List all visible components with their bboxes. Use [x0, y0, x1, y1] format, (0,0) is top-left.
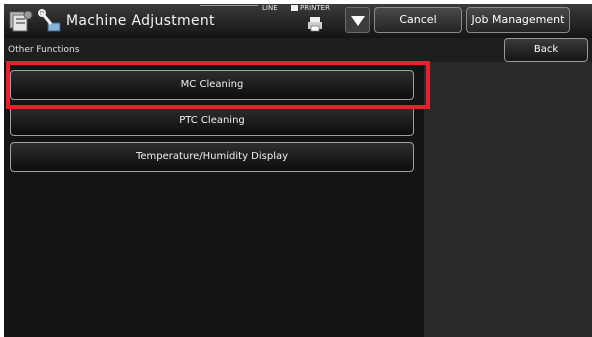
printer-status-indicator — [291, 5, 298, 11]
back-button[interactable]: Back — [504, 38, 588, 62]
screen: Machine Adjustment LINE PRINTER Cancel J… — [4, 4, 592, 337]
line-status-label: LINE — [262, 4, 278, 12]
adjustment-tools-icon — [38, 9, 62, 33]
page-title: Machine Adjustment — [66, 13, 215, 29]
job-management-button[interactable]: Job Management — [466, 7, 570, 33]
ptc-cleaning-button[interactable]: PTC Cleaning — [10, 106, 414, 136]
section-title: Other Functions — [8, 45, 80, 55]
printer-status-label: PRINTER — [300, 4, 330, 12]
triangle-down-icon — [351, 16, 365, 26]
mc-cleaning-button[interactable]: MC Cleaning — [10, 70, 414, 100]
printer-icon — [307, 16, 323, 32]
section-header: Other Functions Back — [4, 38, 592, 62]
cancel-button[interactable]: Cancel — [374, 7, 462, 33]
title-divider — [200, 5, 258, 6]
top-bar: Machine Adjustment LINE PRINTER Cancel J… — [4, 4, 592, 38]
settings-pages-icon — [8, 9, 34, 33]
status-dropdown-button[interactable] — [345, 7, 370, 33]
function-list: MC Cleaning PTC Cleaning Temperature/Hum… — [4, 62, 424, 337]
temperature-humidity-display-button[interactable]: Temperature/Humidity Display — [10, 142, 414, 172]
